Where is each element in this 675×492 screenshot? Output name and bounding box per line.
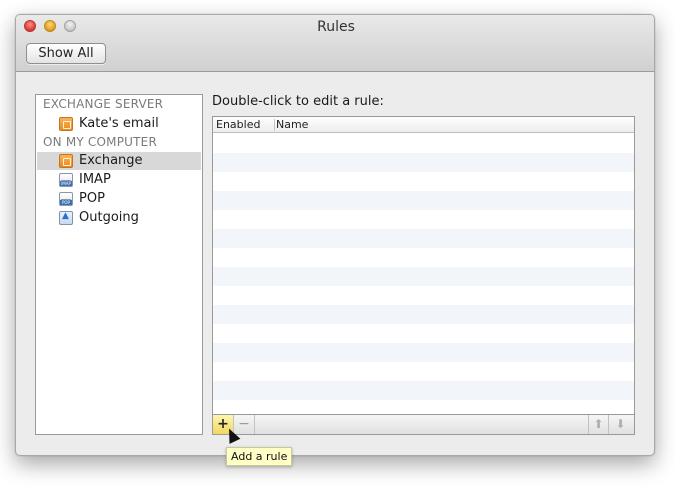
- move-up-arrow-icon[interactable]: ⬆: [588, 415, 609, 434]
- rules-table[interactable]: Enabled Name: [212, 116, 635, 415]
- sidebar-header-on-my-computer: ON MY COMPUTER: [43, 135, 157, 149]
- table-row[interactable]: [213, 153, 634, 172]
- table-row[interactable]: [213, 343, 634, 362]
- add-rule-tooltip: Add a rule: [226, 447, 293, 466]
- table-row[interactable]: [213, 134, 634, 153]
- sidebar-item-label: Outgoing: [79, 210, 139, 225]
- move-down-arrow-icon[interactable]: ⬇: [610, 415, 631, 434]
- pop-tag: POP: [60, 200, 72, 205]
- table-row[interactable]: [213, 324, 634, 343]
- exchange-icon: [59, 154, 73, 168]
- column-divider: [274, 119, 275, 131]
- table-row[interactable]: [213, 248, 634, 267]
- window-title: Rules: [317, 19, 355, 35]
- table-header: Enabled Name: [213, 117, 634, 133]
- table-row[interactable]: [213, 210, 634, 229]
- sidebar-header-exchange-server: EXCHANGE SERVER: [43, 97, 164, 111]
- sidebar-item-label: IMAP: [79, 172, 111, 187]
- sidebar-item-imap[interactable]: IMAP IMAP: [37, 171, 201, 189]
- imap-tag: IMAP: [60, 181, 72, 186]
- pop-icon: POP: [59, 192, 73, 206]
- sidebar-item-label: Kate's email: [79, 116, 159, 131]
- imap-icon: IMAP: [59, 173, 73, 187]
- exchange-icon: [59, 117, 73, 131]
- sidebar-item-pop[interactable]: POP POP: [37, 190, 201, 208]
- column-header-enabled[interactable]: Enabled: [216, 118, 260, 131]
- sidebar-item-label: POP: [79, 191, 105, 206]
- table-toolbar: + − ⬆ ⬇: [212, 415, 635, 435]
- table-row[interactable]: [213, 305, 634, 324]
- sidebar-item-exchange[interactable]: Exchange: [37, 152, 201, 170]
- sidebar-item-label: Exchange: [79, 153, 143, 168]
- accounts-sidebar: EXCHANGE SERVER Kate's email ON MY COMPU…: [35, 94, 203, 435]
- table-row[interactable]: [213, 229, 634, 248]
- column-header-name[interactable]: Name: [276, 118, 308, 131]
- outgoing-icon: [59, 211, 73, 225]
- table-rows: [213, 134, 634, 414]
- table-row[interactable]: [213, 267, 634, 286]
- sidebar-item-kates-email[interactable]: Kate's email: [37, 115, 201, 133]
- table-row[interactable]: [213, 286, 634, 305]
- table-row[interactable]: [213, 172, 634, 191]
- show-all-button[interactable]: Show All: [26, 43, 106, 64]
- title-bar: Rules Show All: [16, 15, 654, 72]
- table-row[interactable]: [213, 381, 634, 400]
- instruction-text: Double-click to edit a rule:: [212, 94, 384, 109]
- sidebar-item-outgoing[interactable]: Outgoing: [37, 209, 201, 227]
- table-row[interactable]: [213, 191, 634, 210]
- table-row[interactable]: [213, 362, 634, 381]
- table-row[interactable]: [213, 400, 634, 414]
